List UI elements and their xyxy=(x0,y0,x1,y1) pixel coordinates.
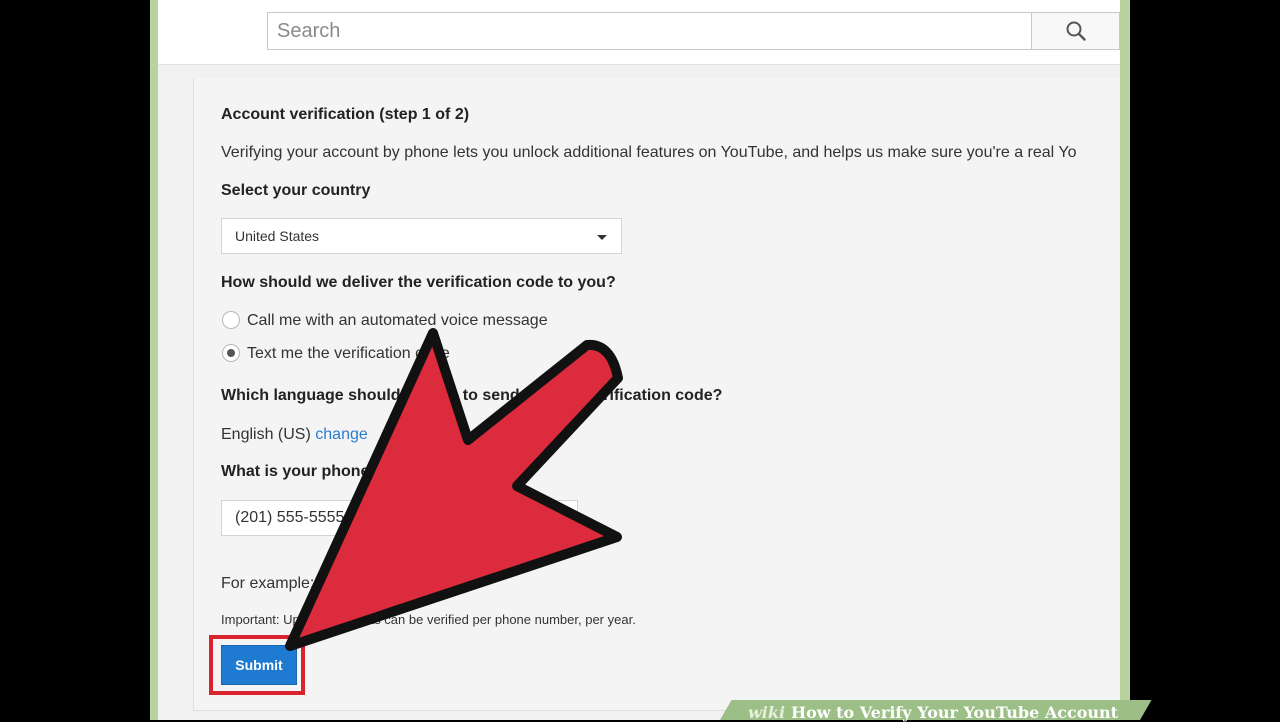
text-message-label[interactable]: Text me the verification code xyxy=(247,345,450,363)
important-note: Important: Up to 2 accounts can be verif… xyxy=(221,612,636,627)
phone-label: What is your phone number? xyxy=(221,463,443,480)
verification-panel: Account verification (step 1 of 2) Verif… xyxy=(193,78,1120,711)
youtube-page: Account verification (step 1 of 2) Verif… xyxy=(158,0,1120,720)
intro-text: Verifying your account by phone lets you… xyxy=(221,144,1077,161)
language-value: English (US) xyxy=(221,426,311,443)
screenshot-frame: Account verification (step 1 of 2) Verif… xyxy=(150,0,1130,720)
top-bar xyxy=(158,0,1120,65)
radio-text-message[interactable] xyxy=(222,344,240,362)
search-input[interactable] xyxy=(267,12,1031,50)
language-label: Which language should we use to send you… xyxy=(221,387,723,404)
search-button[interactable] xyxy=(1031,12,1120,50)
language-row: English (US) change xyxy=(221,426,368,444)
delivery-label: How should we deliver the verification c… xyxy=(221,274,616,291)
wikihow-banner-text: wiki How to Verify Your YouTube Account xyxy=(748,703,1118,722)
country-label: Select your country xyxy=(221,182,371,199)
phone-number-input[interactable] xyxy=(221,500,578,536)
voice-call-label[interactable]: Call me with an automated voice message xyxy=(247,312,548,330)
country-select[interactable]: United States xyxy=(221,218,622,254)
banner-title: How to Verify Your YouTube Account xyxy=(791,703,1119,722)
radio-voice-call[interactable] xyxy=(222,311,240,329)
search-icon xyxy=(1066,21,1086,41)
example-text: For example: (201) 555-5555 xyxy=(221,575,429,592)
form-title: Account verification (step 1 of 2) xyxy=(221,106,470,123)
country-value: United States xyxy=(235,228,320,244)
change-language-link[interactable]: change xyxy=(315,426,368,443)
submit-button[interactable]: Submit xyxy=(221,645,297,685)
wikihow-logo: wiki xyxy=(748,703,786,722)
chevron-down-icon xyxy=(597,235,607,240)
